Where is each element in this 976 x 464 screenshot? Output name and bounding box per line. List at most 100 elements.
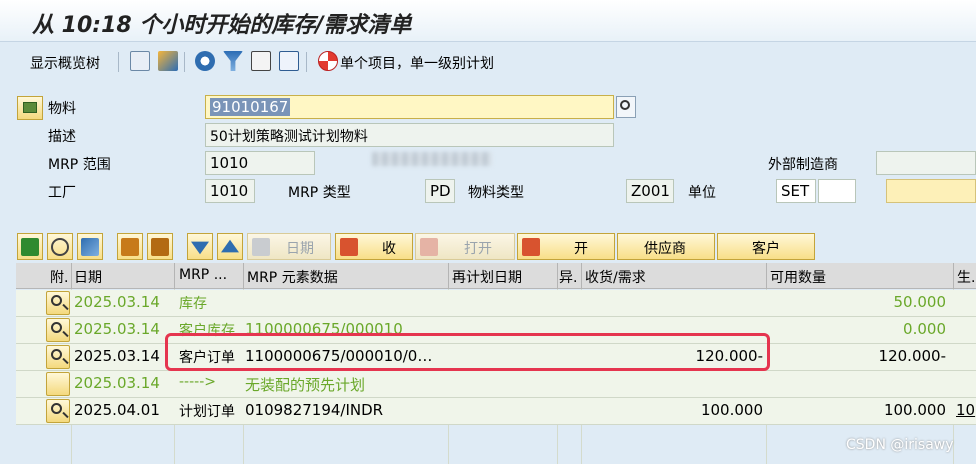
filter-icon[interactable]	[223, 51, 243, 71]
hierarchy-icon	[121, 238, 139, 256]
plant-label: 工厂	[48, 185, 76, 201]
header-toggle-button[interactable]	[17, 96, 43, 120]
description-label: 描述	[48, 129, 76, 145]
folder-icon	[23, 102, 37, 113]
mrp-type-field: PD	[425, 179, 455, 203]
blurred-text	[372, 152, 492, 166]
toolbar-separator	[184, 52, 185, 72]
cell-available-qty: 100.000	[883, 401, 946, 419]
cell-available-qty: 0.000	[903, 320, 946, 338]
magnifier-icon	[51, 295, 62, 306]
col-available-qty[interactable]: 可用数量	[770, 267, 950, 287]
cell-mrp-element: ----->	[179, 374, 216, 390]
chevron-up-icon	[221, 239, 239, 253]
chevron-down-icon	[191, 241, 209, 255]
hierarchy-alt-icon	[151, 238, 169, 256]
col-mrp-element[interactable]: MRP ...	[179, 267, 241, 283]
single-item-planning-button[interactable]: 单个项目，单一级别计划	[340, 53, 494, 73]
search-icon	[620, 100, 630, 110]
cell-available-qty: 50.000	[893, 293, 947, 311]
table-row[interactable]: 2025.03.14 -----> 无装配的预先计划	[16, 371, 976, 398]
collapse-button[interactable]	[217, 233, 243, 260]
cell-mrp-element-data: 无装配的预先计划	[245, 376, 366, 394]
hierarchy-alt-button[interactable]	[147, 233, 173, 260]
external-manufacturer-field	[876, 151, 976, 175]
material-type-label: 物料类型	[468, 185, 524, 201]
material-input[interactable]: 91010167	[205, 95, 614, 119]
table-header: 附. 日期 MRP ... MRP 元素数据 再计划日期 异. 收货/需求 可用…	[16, 263, 976, 289]
cell-mrp-element: 库存	[179, 296, 207, 312]
mountain-icon[interactable]	[158, 51, 178, 71]
row-detail-button[interactable]	[46, 399, 70, 423]
hierarchy-button[interactable]	[117, 233, 143, 260]
cell-date: 2025.03.14	[74, 293, 160, 311]
external-manufacturer-label: 外部制造商	[768, 157, 838, 173]
export-icon[interactable]	[279, 51, 299, 71]
highlight-box	[165, 333, 770, 371]
lifebuoy-icon[interactable]	[318, 51, 338, 71]
magnifier-icon	[51, 322, 62, 333]
new-page-icon[interactable]	[130, 51, 150, 71]
sum-button[interactable]	[17, 233, 43, 260]
printer-icon	[252, 238, 270, 256]
row-empty-button[interactable]	[46, 372, 70, 396]
unit-field: SET	[776, 179, 816, 203]
grid-toolbar: 日期 收 打开 开 供应商 客户	[0, 233, 976, 261]
col-date[interactable]: 日期	[74, 267, 174, 287]
open-button[interactable]: 打开	[415, 233, 515, 260]
col-receipt-requirement[interactable]: 收货/需求	[585, 267, 765, 287]
row-detail-button[interactable]	[46, 318, 70, 342]
magnifier-icon	[51, 403, 62, 414]
glasses-button[interactable]	[47, 233, 73, 260]
row-detail-button[interactable]	[46, 291, 70, 315]
material-type-field: Z001	[626, 179, 674, 203]
watermark: CSDN @irisawy	[846, 437, 954, 453]
edit-button[interactable]	[77, 233, 103, 260]
pencil-icon	[81, 238, 99, 256]
title-bar: 从 10:18 个小时开始的库存/需求清单	[0, 0, 976, 42]
yellow-field	[886, 179, 976, 203]
mrp-area-label: MRP 范围	[48, 157, 111, 173]
vendor-button[interactable]: 供应商	[617, 233, 715, 260]
cell-available-qty: 120.000-	[878, 347, 946, 365]
download-icon[interactable]	[251, 51, 271, 71]
header-area: 物料 91010167 描述 50计划策略测试计划物料 MRP 范围 1010 …	[0, 90, 976, 210]
cell-receipt-requirement: 100.000	[700, 401, 763, 419]
material-label: 物料	[48, 101, 76, 117]
toolbar-separator	[118, 52, 119, 72]
unit-extra-field	[818, 179, 856, 203]
calendar-disabled-icon	[420, 238, 438, 256]
col-mrp-element-data[interactable]: MRP 元素数据	[247, 267, 447, 287]
date-button[interactable]: 日期	[247, 233, 331, 260]
cell-date: 2025.03.14	[74, 320, 160, 338]
refresh-icon[interactable]	[195, 51, 215, 71]
cell-mrp-element: 计划订单	[179, 404, 235, 420]
magnifier-icon	[51, 349, 62, 360]
material-search-button[interactable]	[616, 96, 636, 118]
table-row[interactable]: 2025.04.01 计划订单 0109827194/INDR 100.000 100.…	[16, 398, 976, 425]
receive-button[interactable]: 收	[335, 233, 413, 260]
glasses-icon	[51, 238, 69, 256]
cell-date: 2025.03.14	[74, 347, 160, 365]
col-attachment[interactable]: 附.	[50, 267, 72, 287]
cell-date: 2025.03.14	[74, 374, 160, 392]
expand-button[interactable]	[187, 233, 213, 260]
customer-button[interactable]: 客户	[717, 233, 815, 260]
table-row[interactable]: 2025.03.14 库存 50.000	[16, 290, 976, 317]
cell-mrp-element-data: 0109827194/INDR	[245, 401, 384, 419]
calendar-check-icon	[522, 238, 540, 256]
mrp-type-label: MRP 类型	[288, 185, 351, 201]
cell-date: 2025.04.01	[74, 401, 160, 419]
plant-field: 1010	[205, 179, 255, 203]
col-production[interactable]: 生.	[957, 267, 976, 287]
row-detail-button[interactable]	[46, 345, 70, 369]
calendar-icon	[340, 238, 358, 256]
description-field: 50计划策略测试计划物料	[205, 123, 614, 147]
open-alt-button[interactable]: 开	[517, 233, 615, 260]
unit-label: 单位	[688, 185, 716, 201]
col-reschedule-date[interactable]: 再计划日期	[452, 267, 556, 287]
mrp-area-field: 1010	[205, 151, 315, 175]
overview-tree-button[interactable]: 显示概览树	[30, 53, 100, 73]
material-value: 91010167	[210, 98, 291, 116]
col-exception[interactable]: 异.	[559, 267, 581, 287]
